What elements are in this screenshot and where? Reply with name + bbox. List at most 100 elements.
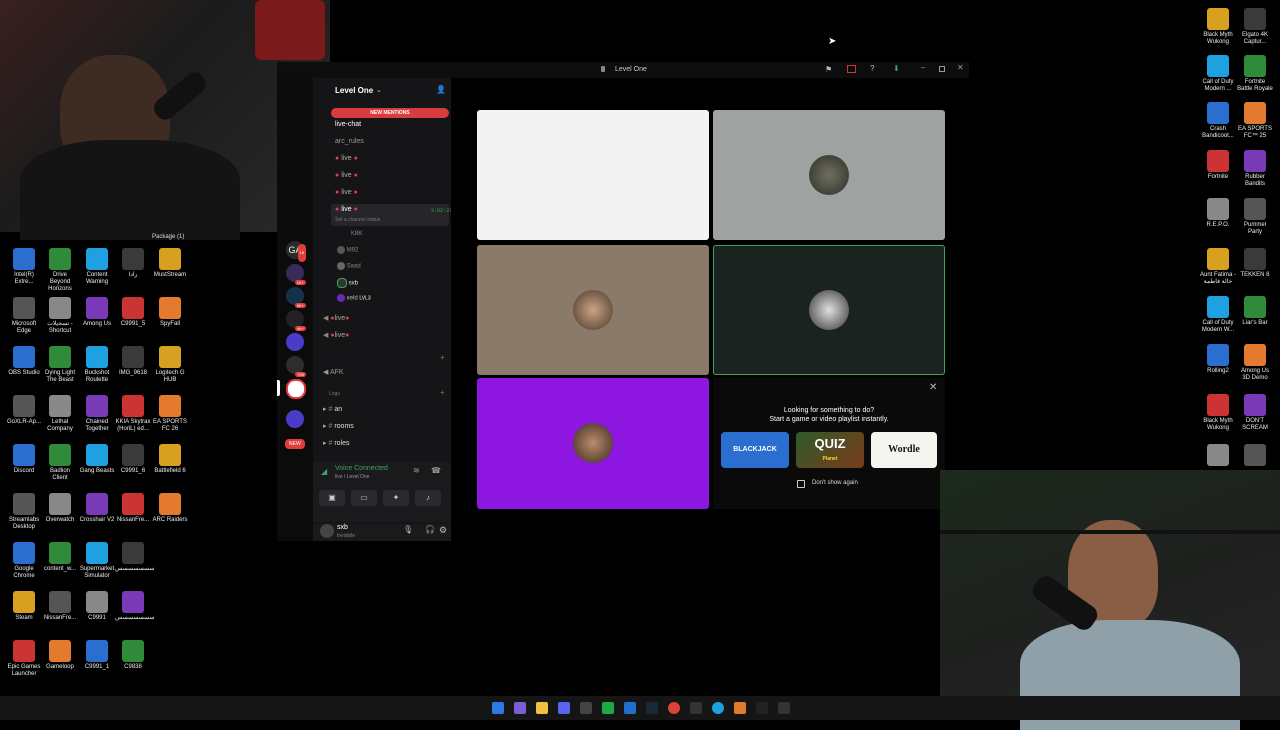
channel-an[interactable]: ▸ # an: [323, 405, 342, 413]
voice-channel-live-1[interactable]: ● live ●: [335, 155, 358, 162]
desktop-icon[interactable]: رادا: [115, 248, 151, 279]
desktop-icon[interactable]: Battlefield 6: [152, 444, 188, 475]
desktop-icon[interactable]: Drive Beyond Horizons: [42, 248, 78, 293]
start-button-icon[interactable]: [492, 702, 504, 714]
desktop-icon[interactable]: Streamlabs Desktop: [6, 493, 42, 531]
desktop-icon[interactable]: Lethal Company: [42, 395, 78, 433]
server-icon-3[interactable]: 9K+: [286, 287, 306, 308]
desktop-icon[interactable]: Content Warning: [79, 248, 115, 286]
server-name[interactable]: Level One: [335, 86, 373, 95]
desktop-icon[interactable]: Supermarket Simulator: [79, 542, 115, 580]
chevron-down-icon[interactable]: ⌄: [376, 86, 382, 94]
app-icon[interactable]: [580, 702, 592, 714]
wordle-game-card[interactable]: Wordle: [871, 432, 937, 468]
desktop-icon[interactable]: [1200, 444, 1236, 468]
dont-show-checkbox[interactable]: [797, 480, 805, 488]
desktop-icon[interactable]: Google Chrome: [6, 542, 42, 580]
desktop-icon[interactable]: Fortnite Battle Royale: [1237, 55, 1273, 93]
camera-button[interactable]: ▣: [319, 490, 345, 506]
set-status-link[interactable]: Set a channel status: [335, 217, 380, 223]
desktop-icon[interactable]: Black Myth Wukong: [1200, 394, 1236, 432]
voice-channel-live-2[interactable]: ● live ●: [335, 172, 358, 179]
desktop-icon[interactable]: Rolling2: [1200, 344, 1236, 375]
screen-icon[interactable]: [847, 65, 856, 73]
server-icon-2[interactable]: 1K+: [286, 264, 306, 285]
download-icon[interactable]: ⬇: [893, 64, 900, 73]
disconnect-icon[interactable]: ☎: [431, 466, 441, 475]
desktop-icon[interactable]: Gang Beasts: [79, 444, 115, 475]
desktop-icon[interactable]: Epic Games Launcher: [6, 640, 42, 678]
steam-icon[interactable]: [646, 702, 658, 714]
member-k8k[interactable]: K8K: [351, 231, 362, 237]
desktop-icon[interactable]: Buckshot Roulette: [79, 346, 115, 384]
video-tile-5[interactable]: [477, 378, 709, 509]
settings-gear-icon[interactable]: ⚙: [439, 525, 447, 536]
desktop-icon[interactable]: سسسسسسس: [115, 542, 154, 573]
add-member-icon[interactable]: 👤: [436, 85, 446, 94]
voice-channel-live-5[interactable]: ◀ ●live●: [323, 314, 349, 322]
close-icon[interactable]: ✕: [929, 382, 937, 393]
video-tile-3[interactable]: [477, 245, 709, 375]
desktop-icon[interactable]: Dying Light The Beast: [42, 346, 78, 384]
server-icon-6[interactable]: 790: [286, 356, 306, 377]
desktop-icon[interactable]: Among Us: [79, 297, 115, 328]
desktop-icon[interactable]: MustStream: [152, 248, 188, 279]
inbox-icon[interactable]: ⚑: [825, 65, 832, 74]
voice-channel-info[interactable]: live / Level One: [335, 474, 369, 480]
avatar[interactable]: [320, 524, 334, 538]
desktop-icon[interactable]: Pummel Party: [1237, 198, 1273, 236]
desktop-icon[interactable]: GoXLR-Ap...: [6, 395, 42, 426]
desktop-icon[interactable]: Black Myth Wukong: [1200, 8, 1236, 46]
desktop-icon[interactable]: C9991: [79, 591, 115, 622]
new-mentions-banner[interactable]: NEW MENTIONS: [331, 108, 449, 118]
desktop-icon[interactable]: ARC Raiders: [152, 493, 188, 524]
blackjack-game-card[interactable]: BLACKJACK: [721, 432, 789, 468]
help-icon[interactable]: ?: [870, 64, 874, 73]
desktop-icon[interactable]: Among Us 3D Demo: [1237, 344, 1273, 382]
channel-roles[interactable]: ▸ # roles: [323, 439, 350, 447]
quiz-game-card[interactable]: QUIZ Planet: [796, 432, 864, 468]
desktop-icon[interactable]: [1237, 444, 1273, 468]
desktop-icon[interactable]: Rubber Bandits: [1237, 150, 1273, 188]
desktop-icon[interactable]: SpyFall: [152, 297, 188, 328]
noise-suppression-icon[interactable]: ≋: [413, 466, 420, 475]
voice-channel-afk[interactable]: ◀ AFK: [323, 368, 344, 376]
desktop-icon[interactable]: content_w...: [42, 542, 78, 573]
discord-icon[interactable]: [558, 702, 570, 714]
desktop-icon[interactable]: C9991_6: [115, 444, 151, 475]
desktop-icon[interactable]: IMG_9618: [115, 346, 151, 377]
close-window-icon[interactable]: ✕: [957, 63, 964, 72]
edge-icon[interactable]: [712, 702, 724, 714]
desktop-icon[interactable]: Elgato 4K Captur...: [1237, 8, 1273, 46]
desktop-icon[interactable]: EA SPORTS FC 26: [152, 395, 188, 433]
desktop-icon[interactable]: C9838: [115, 640, 151, 671]
desktop-icon[interactable]: EA SPORTS FC™ 25: [1237, 102, 1273, 140]
desktop-icon[interactable]: KKIA Skytrax (HoriL) ed...: [115, 395, 151, 433]
voice-channel-live-4[interactable]: ● live ●: [335, 206, 358, 213]
desktop-icon[interactable]: تسجيلات - Shortcut: [42, 297, 78, 335]
desktop-icon[interactable]: OBS Studio: [6, 346, 42, 377]
video-tile-2[interactable]: [713, 110, 945, 240]
category-logs[interactable]: Logs: [329, 391, 340, 397]
epic-games-icon[interactable]: [690, 702, 702, 714]
app-icon[interactable]: [624, 702, 636, 714]
video-tile-4-speaking[interactable]: [713, 245, 945, 375]
desktop-icon[interactable]: TEKKEN 8: [1237, 248, 1273, 279]
desktop-icon[interactable]: C9991_1: [79, 640, 115, 671]
server-icon-5[interactable]: [286, 333, 304, 351]
copilot-icon[interactable]: [514, 702, 526, 714]
app-icon[interactable]: [602, 702, 614, 714]
channel-live-chat[interactable]: live-chat: [335, 121, 361, 128]
maximize-icon[interactable]: [939, 66, 945, 72]
headphones-icon[interactable]: 🎧: [425, 525, 435, 534]
desktop-icon[interactable]: Liar's Bar: [1237, 296, 1273, 327]
add-channel-icon[interactable]: +: [440, 388, 445, 397]
desktop-icon[interactable]: Overwatch: [42, 493, 78, 524]
desktop-icon[interactable]: Intel(R) Extre...: [6, 248, 42, 286]
add-channel-icon[interactable]: +: [440, 353, 445, 362]
minimize-icon[interactable]: –: [921, 63, 925, 72]
server-icon-ga[interactable]: GA 18: [286, 241, 306, 262]
desktop-icon[interactable]: NissanFre...: [115, 493, 151, 524]
desktop-icon[interactable]: Chained Together: [79, 395, 115, 433]
desktop-icon[interactable]: Fortnite: [1200, 150, 1236, 181]
